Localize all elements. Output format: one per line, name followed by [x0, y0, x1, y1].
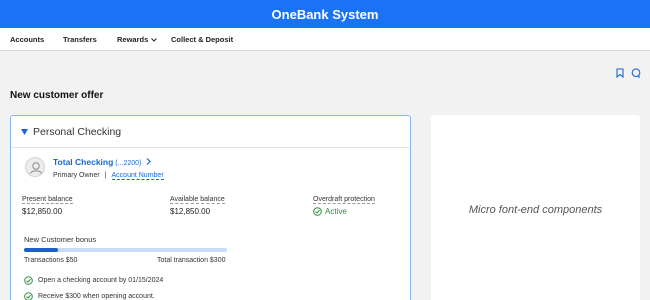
present-balance-label: Present balance — [22, 196, 73, 204]
avatar — [25, 157, 45, 177]
chevron-right-icon — [146, 158, 152, 165]
overdraft-label: Overdraft protection — [313, 196, 375, 204]
requirement-text: Open a checking account by 01/15/2024 — [38, 277, 164, 284]
card-header[interactable]: Personal Checking — [11, 116, 410, 148]
account-mask: (...2200) — [115, 160, 142, 167]
app-title: OneBank System — [271, 6, 379, 22]
personal-checking-card: Personal Checking Total Checking (...220… — [10, 115, 411, 300]
bonus-progress-current: Transactions $50 — [24, 257, 78, 264]
app-header: OneBank System — [0, 0, 650, 28]
page-title: New customer offer — [10, 90, 104, 101]
card-title: Personal Checking — [33, 126, 122, 138]
check-circle-icon — [313, 207, 322, 216]
requirement-text: Receive $300 when opening account. — [38, 293, 155, 300]
user-icon — [30, 162, 42, 174]
account-subline: Primary Owner | Account Number — [53, 172, 164, 180]
bookmark-icon[interactable] — [615, 68, 625, 78]
present-balance-value: $12,850.00 — [22, 207, 63, 216]
bonus-progress-bar — [24, 248, 227, 252]
account-name-link[interactable]: Total Checking (...2200) — [53, 157, 152, 167]
nav-rewards-label: Rewards — [117, 35, 149, 44]
micro-frontend-panel: Micro font-end components — [431, 115, 640, 300]
overdraft-status: Active — [313, 207, 347, 216]
requirement-item: Receive $300 when opening account. — [24, 292, 155, 300]
bonus-progress-total: Total transaction $300 — [157, 257, 226, 264]
chevron-down-icon — [151, 37, 158, 42]
separator: | — [104, 172, 107, 179]
owner-label: Primary Owner — [53, 172, 100, 179]
account-number-link[interactable]: Account Number — [111, 172, 164, 180]
triangle-down-icon[interactable] — [21, 129, 28, 135]
nav-accounts[interactable]: Accounts — [10, 35, 44, 44]
bonus-progress-fill — [24, 248, 58, 252]
available-balance-label: Available balance — [170, 196, 225, 204]
account-name: Total Checking — [53, 157, 114, 167]
chat-icon[interactable] — [631, 68, 641, 78]
available-balance-value: $12,850.00 — [170, 207, 211, 216]
main-nav: Accounts Transfers Rewards Collect & Dep… — [0, 28, 650, 51]
overdraft-value: Active — [325, 207, 347, 216]
requirement-item: Open a checking account by 01/15/2024 — [24, 276, 163, 285]
bonus-title: New Customer bonus — [24, 235, 97, 244]
check-circle-icon — [24, 292, 33, 300]
nav-transfers[interactable]: Transfers — [63, 35, 97, 44]
nav-rewards[interactable]: Rewards — [117, 35, 158, 44]
check-circle-icon — [24, 276, 33, 285]
micro-frontend-text: Micro font-end components — [468, 204, 603, 216]
nav-collect-deposit[interactable]: Collect & Deposit — [171, 35, 233, 44]
